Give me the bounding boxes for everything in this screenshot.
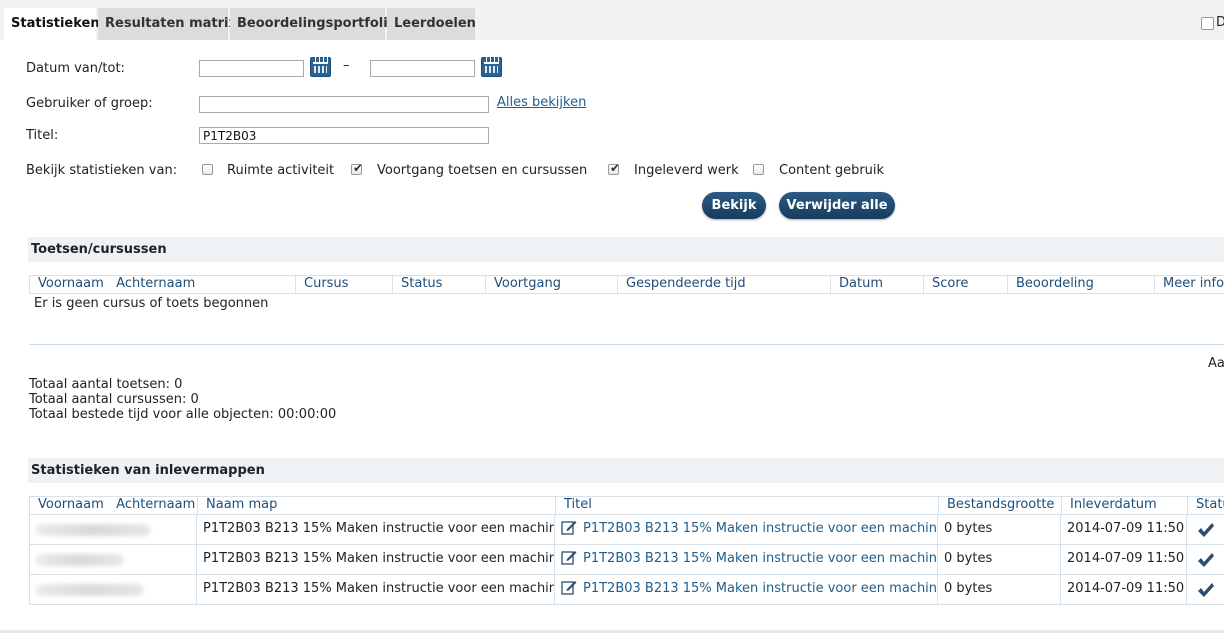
tests-table-header: Voornaam Achternaam Cursus Status Voortg… [29,275,1224,294]
empty-tests-message: Er is geen cursus of toets begonnen [34,296,269,311]
column-datum[interactable]: Datum [831,276,924,293]
table-row: P1T2B03 B213 15% Maken instructie voor e… [29,545,1224,575]
column-beoordeling[interactable]: Beoordeling [1008,276,1155,293]
user-group-label: Gebruiker of groep: [26,96,153,111]
submission-title-link[interactable]: P1T2B03 B213 15% Maken instructie voor e… [583,521,937,536]
status-cell [1187,575,1224,605]
column-gespendeerde-tijd[interactable]: Gespendeerde tijd [618,276,831,293]
column-status[interactable]: Status [393,276,486,293]
option-label-voortgang: Voortgang toetsen en cursussen [377,163,588,178]
redacted-name [35,584,143,596]
folder-name-cell: P1T2B03 B213 15% Maken instructie voor e… [197,515,555,545]
student-name-cell [29,515,197,545]
stats-of-label: Bekijk statistieken van: [26,163,178,178]
date-separator: – [343,58,350,73]
option-label-ingeleverd-werk: Ingeleverd werk [634,163,739,178]
column-voortgang[interactable]: Voortgang [486,276,618,293]
status-cell [1187,545,1224,575]
title-cell: P1T2B03 B213 15% Maken instructie voor e… [555,575,938,605]
checkmark-icon [1198,523,1214,537]
checkbox-ingeleverd-werk[interactable]: ✔ [608,161,621,175]
submission-title-link[interactable]: P1T2B03 B213 15% Maken instructie voor e… [583,581,937,596]
tab-bar: Statistieken Resultaten matrix Beoordeli… [0,0,1224,40]
folder-name-cell: P1T2B03 B213 15% Maken instructie voor e… [197,545,555,575]
file-size-cell: 0 bytes [938,545,1061,575]
checkbox-voortgang[interactable]: ✔ [351,161,364,175]
student-name-cell [29,545,197,575]
submissions-table-header: Voornaam Achternaam Naam map Titel Besta… [29,496,1224,515]
column-meer-info[interactable]: Meer infor [1155,276,1224,293]
submissions-section-header: Statistieken van inlevermappen [28,458,1224,483]
date-from-input[interactable] [199,60,304,77]
status-cell [1187,515,1224,545]
table-row: P1T2B03 B213 15% Maken instructie voor e… [29,515,1224,545]
top-right-checkbox-label: D [1216,15,1224,30]
submission-date-cell: 2014-07-09 11:50 [1061,575,1187,605]
truncated-right-text: Aa [1208,356,1224,371]
column-name[interactable]: Voornaam Achternaam [30,276,296,293]
edit-icon[interactable] [561,519,577,535]
checkbox-content-gebruik[interactable] [753,164,764,175]
view-button[interactable]: Bekijk [702,192,766,219]
title-input[interactable] [199,127,489,144]
tab-leerdoelen[interactable]: Leerdoelen [387,8,476,40]
calendar-icon[interactable] [481,56,502,77]
summary-total-courses: Totaal aantal cursussen: 0 [29,392,199,407]
folder-name-cell: P1T2B03 B213 15% Maken instructie voor e… [197,575,555,605]
view-all-link[interactable]: Alles bekijken [497,95,586,110]
user-group-input[interactable] [199,96,489,113]
column-bestandsgrootte[interactable]: Bestandsgrootte [939,497,1062,514]
tests-section-header: Toetsen/cursussen [28,237,1224,262]
check-mark-icon: ✔ [610,161,621,175]
remove-all-button[interactable]: Verwijder alle [779,192,895,219]
submission-date-cell: 2014-07-09 11:50 [1061,545,1187,575]
column-inleverdatum[interactable]: Inleverdatum [1062,497,1188,514]
submission-date-cell: 2014-07-09 11:50 [1061,515,1187,545]
calendar-icon[interactable] [310,56,331,77]
date-range-label: Datum van/tot: [26,61,125,76]
table-row: P1T2B03 B213 15% Maken instructie voor e… [29,575,1224,605]
redacted-name [35,524,150,536]
date-to-input[interactable] [370,60,475,77]
divider [29,344,1224,345]
student-name-cell [29,575,197,605]
checkmark-icon [1198,553,1214,567]
tab-beoordelingsportfolio[interactable]: Beoordelingsportfolio [230,8,397,40]
summary-total-tests: Totaal aantal toetsen: 0 [29,377,183,392]
file-size-cell: 0 bytes [938,515,1061,545]
checkmark-icon [1198,583,1214,597]
column-name[interactable]: Voornaam Achternaam [30,497,198,514]
column-score[interactable]: Score [924,276,1008,293]
file-size-cell: 0 bytes [938,575,1061,605]
checkbox-ruimte-activiteit[interactable] [202,164,213,175]
summary-total-time: Totaal bestede tijd voor alle objecten: … [29,407,337,422]
redacted-name [35,554,123,566]
submission-title-link[interactable]: P1T2B03 B213 15% Maken instructie voor e… [583,551,937,566]
option-label-ruimte-activiteit: Ruimte activiteit [227,163,335,178]
top-right-checkbox[interactable] [1201,17,1214,30]
column-status[interactable]: Statu [1188,497,1224,514]
title-cell: P1T2B03 B213 15% Maken instructie voor e… [555,545,938,575]
edit-icon[interactable] [561,549,577,565]
edit-icon[interactable] [561,579,577,595]
column-naam-map[interactable]: Naam map [198,497,556,514]
option-label-content-gebruik: Content gebruik [779,163,885,178]
tab-resultaten-matrix[interactable]: Resultaten matrix [98,8,237,40]
title-label: Titel: [26,128,59,143]
title-cell: P1T2B03 B213 15% Maken instructie voor e… [555,515,938,545]
column-cursus[interactable]: Cursus [296,276,393,293]
column-titel[interactable]: Titel [556,497,939,514]
check-mark-icon: ✔ [353,161,364,175]
tab-statistieken[interactable]: Statistieken [4,8,100,40]
